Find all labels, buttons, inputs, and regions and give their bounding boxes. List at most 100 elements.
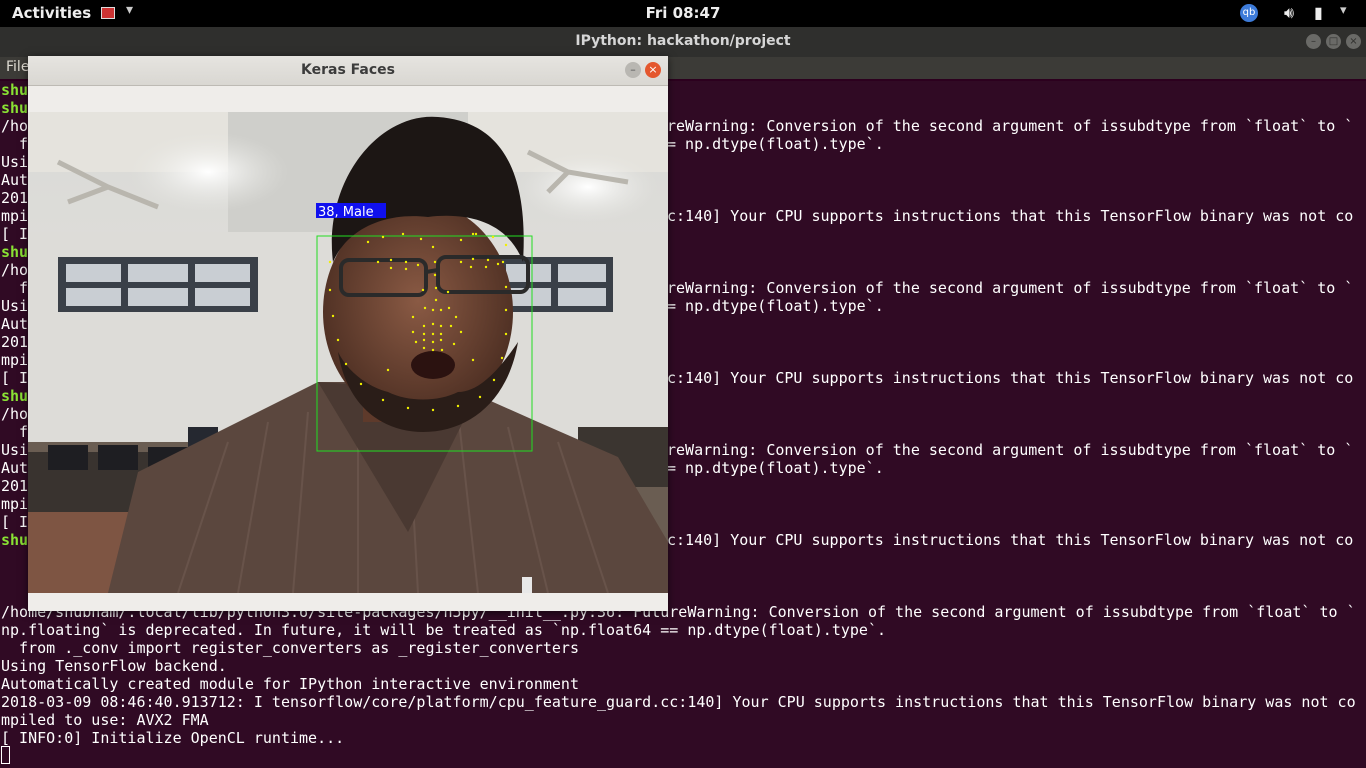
terminal-line: mpi	[1, 351, 29, 369]
landmark-point	[486, 258, 490, 262]
terminal-line: Automatically created module for IPython…	[1, 675, 579, 693]
landmark-point	[422, 332, 426, 336]
landmark-point	[411, 330, 415, 334]
landmark-point	[431, 332, 435, 336]
landmark-point	[474, 232, 478, 236]
terminal-line: reWarning: Conversion of the second argu…	[667, 441, 1354, 459]
terminal-line: 201	[1, 189, 29, 207]
terminal-line: shu	[1, 387, 29, 405]
terminal-line: = np.dtype(float).type`.	[667, 297, 884, 315]
landmark-point	[431, 245, 435, 249]
landmark-point	[431, 348, 435, 352]
landmark-point	[422, 324, 426, 328]
landmark-point	[411, 315, 415, 319]
landmark-point	[376, 260, 380, 264]
menu-file[interactable]: File	[6, 59, 29, 75]
prediction-label: 38, Male	[318, 205, 374, 220]
battery-icon[interactable]: ▮	[1314, 3, 1323, 22]
landmark-point	[504, 285, 508, 289]
activities-button[interactable]: Activities	[12, 4, 91, 22]
landmark-point	[401, 232, 405, 236]
terminal-line: c:140] Your CPU supports instructions th…	[667, 207, 1354, 225]
terminal-line: [ I	[1, 225, 29, 243]
keras-window-titlebar[interactable]: Keras Faces – ×	[28, 56, 668, 86]
landmark-point	[469, 265, 473, 269]
landmark-point	[446, 290, 450, 294]
terminal-line: = np.dtype(float).type`.	[667, 135, 884, 153]
landmark-point	[421, 288, 425, 292]
terminal-line: Usi	[1, 297, 29, 315]
terminal-line: Aut	[1, 459, 29, 477]
landmark-point	[336, 338, 340, 342]
terminal-cursor	[1, 746, 10, 764]
terminal-line: 2018-03-09 08:46:40.913712: I tensorflow…	[1, 693, 1356, 711]
landmark-point	[431, 322, 435, 326]
system-menu-chevron-icon[interactable]: ▾	[1340, 3, 1347, 18]
terminal-line: shu	[1, 531, 29, 549]
landmark-point	[416, 263, 420, 267]
landmark-point	[459, 238, 463, 242]
app-menu-icon[interactable]	[101, 7, 115, 19]
maximize-icon[interactable]: □	[1326, 34, 1341, 49]
top-bar: Activities ▾ Fri 08:47 qb 🔊︎ ▮ ▾	[0, 0, 1366, 27]
terminal-line: shu	[1, 81, 29, 99]
user-badge-icon[interactable]: qb	[1240, 4, 1258, 22]
terminal-line: [ INFO:0] Initialize OpenCL runtime...	[1, 729, 345, 747]
landmark-point	[439, 308, 443, 312]
landmark-point	[422, 346, 426, 350]
landmark-point	[439, 332, 443, 336]
terminal-line: mpi	[1, 207, 29, 225]
landmark-point	[452, 342, 456, 346]
landmark-point	[504, 308, 508, 312]
keras-window-toolbar	[28, 86, 668, 112]
close-icon[interactable]: ×	[645, 62, 661, 78]
minimize-icon[interactable]: –	[625, 62, 641, 78]
landmark-point	[492, 378, 496, 382]
terminal-line: [ I	[1, 369, 29, 387]
terminal-line: shu	[1, 243, 29, 261]
volume-icon[interactable]: 🔊︎	[1284, 3, 1294, 23]
landmark-point	[423, 306, 427, 310]
terminal-line: [ I	[1, 513, 29, 531]
landmark-point	[434, 286, 438, 290]
keras-window-title: Keras Faces	[301, 62, 395, 78]
landmark-point	[414, 340, 418, 344]
landmark-point	[433, 273, 437, 277]
landmark-point	[344, 362, 348, 366]
terminal-line: Using TensorFlow backend.	[1, 657, 227, 675]
landmark-point	[504, 332, 508, 336]
landmark-point	[359, 382, 363, 386]
clock[interactable]: Fri 08:47	[646, 4, 721, 22]
webcam-image: 38, Male	[28, 112, 668, 593]
landmark-point	[459, 260, 463, 264]
terminal-line: from ._conv import register_converters a…	[1, 639, 579, 657]
keras-window-statusbar	[28, 593, 668, 611]
landmark-point	[404, 260, 408, 264]
landmark-point	[478, 395, 482, 399]
keras-faces-window[interactable]: Keras Faces – × 38, Male	[28, 56, 668, 611]
terminal-line: /ho	[1, 405, 29, 423]
terminal-line: = np.dtype(float).type`.	[667, 459, 884, 477]
terminal-line: Usi	[1, 153, 29, 171]
landmark-point	[471, 232, 475, 236]
close-icon[interactable]: ×	[1346, 34, 1361, 49]
landmark-point	[328, 288, 332, 292]
terminal-line: mpi	[1, 495, 29, 513]
landmark-point	[431, 408, 435, 412]
terminal-titlebar: IPython: hackathon/project – □ ×	[0, 27, 1366, 57]
landmark-point	[381, 398, 385, 402]
terminal-line: Aut	[1, 171, 29, 189]
landmark-point	[419, 237, 423, 241]
landmark-point	[406, 406, 410, 410]
landmark-point	[381, 235, 385, 239]
landmark-point	[439, 338, 443, 342]
landmark-point	[431, 340, 435, 344]
terminal-title: IPython: hackathon/project	[575, 33, 791, 49]
minimize-icon[interactable]: –	[1306, 34, 1321, 49]
landmark-point	[431, 308, 435, 312]
terminal-line: np.floating` is deprecated. In future, i…	[1, 621, 887, 639]
terminal-line: 201	[1, 333, 29, 351]
terminal-line: c:140] Your CPU supports instructions th…	[667, 369, 1354, 387]
chevron-down-icon[interactable]: ▾	[126, 2, 133, 18]
terminal-line: f	[1, 135, 29, 153]
